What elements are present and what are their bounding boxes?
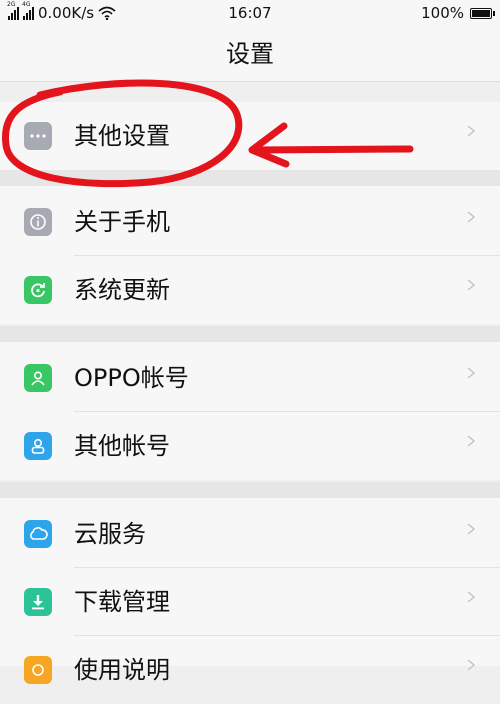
page-title: 设置 (0, 28, 500, 82)
settings-item-label: 其他设置 (74, 122, 170, 150)
settings-item-oppo-account[interactable]: OPPO帐号 (0, 344, 500, 412)
battery-icon (470, 7, 495, 19)
chevron-right-icon (467, 280, 476, 290)
settings-item-other-settings[interactable]: 其他设置 (0, 102, 500, 170)
more-dots-icon (24, 122, 52, 150)
oppo-account-icon (24, 364, 52, 392)
settings-item-user-guide[interactable]: 使用说明 (0, 636, 500, 704)
settings-item-label: 关于手机 (74, 208, 170, 236)
section-divider (0, 170, 500, 186)
download-icon (24, 588, 52, 616)
chevron-right-icon (467, 436, 476, 446)
section-divider (0, 482, 500, 498)
settings-item-cloud-service[interactable]: 云服务 (0, 500, 500, 568)
help-icon (24, 656, 52, 684)
settings-item-other-accounts[interactable]: 其他帐号 (0, 412, 500, 480)
settings-item-download-manager[interactable]: 下载管理 (0, 568, 500, 636)
settings-item-label: 系统更新 (74, 276, 170, 304)
settings-section-4: 云服务 下载管理 使用说明 (0, 498, 500, 684)
chevron-right-icon (467, 660, 476, 670)
settings-section-2: 关于手机 系统更新 (0, 186, 500, 324)
settings-section-1: 其他设置 (0, 102, 500, 170)
settings-item-label: 云服务 (74, 520, 146, 548)
settings-item-label: 使用说明 (74, 656, 170, 684)
section-divider (0, 326, 500, 342)
cloud-icon (24, 520, 52, 548)
settings-item-about-phone[interactable]: 关于手机 (0, 188, 500, 256)
settings-section-3: OPPO帐号 其他帐号 (0, 342, 500, 480)
update-icon (24, 276, 52, 304)
chevron-right-icon (467, 592, 476, 602)
status-bar: 2G 4G 0.00K/s 16:07 100% (0, 0, 500, 28)
battery-percent: 100% (421, 4, 464, 22)
battery-status: 100% (421, 4, 495, 22)
chevron-right-icon (467, 212, 476, 222)
chevron-right-icon (467, 126, 476, 136)
settings-item-label: 下载管理 (74, 588, 170, 616)
account-icon (24, 432, 52, 460)
settings-item-label: OPPO帐号 (74, 364, 189, 392)
chevron-right-icon (467, 524, 476, 534)
settings-item-label: 其他帐号 (74, 432, 170, 460)
settings-item-system-update[interactable]: 系统更新 (0, 256, 500, 324)
chevron-right-icon (467, 368, 476, 378)
info-icon (24, 208, 52, 236)
